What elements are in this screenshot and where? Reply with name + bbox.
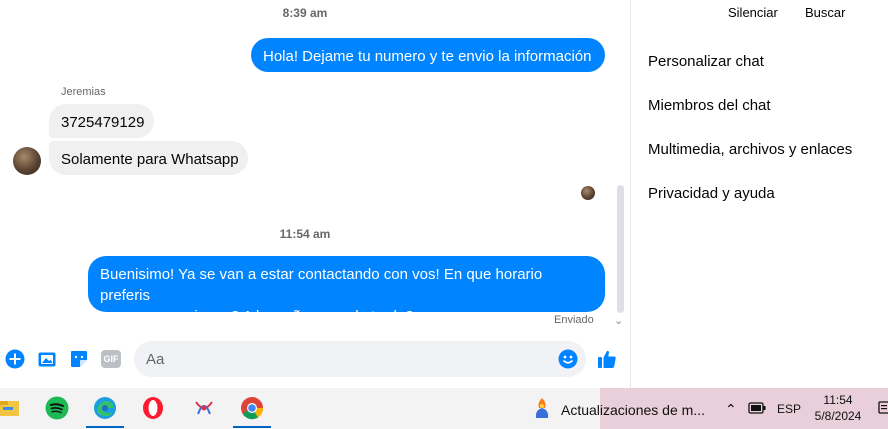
message-line: que se comuniquen? A la mañana o a la ta… xyxy=(100,308,414,325)
chevron-down-icon[interactable]: ⌄ xyxy=(614,314,623,327)
emoji-icon[interactable] xyxy=(557,348,579,370)
sticker-icon[interactable] xyxy=(68,348,90,370)
avatar[interactable] xyxy=(13,147,41,175)
message-composer[interactable] xyxy=(134,341,586,377)
notification-app-icon[interactable] xyxy=(525,391,559,425)
notification-center-icon[interactable] xyxy=(878,400,888,419)
incoming-message[interactable]: Solamente para Whatsapp xyxy=(49,141,248,175)
file-explorer-icon[interactable] xyxy=(0,391,26,425)
gif-label: GIF xyxy=(101,350,121,368)
message-line: Buenisimo! Ya se van a estar contactando… xyxy=(100,266,543,304)
clock-date: 5/8/2024 xyxy=(814,409,862,423)
opera-icon[interactable] xyxy=(136,391,170,425)
sidebar-item-chat-members[interactable]: Miembros del chat xyxy=(648,97,771,114)
message-input[interactable] xyxy=(134,341,534,377)
search-button[interactable]: Buscar xyxy=(805,5,845,20)
timestamp: 11:54 am xyxy=(279,227,331,241)
gif-icon[interactable]: GIF xyxy=(100,348,122,370)
sidebar-item-privacy-help[interactable]: Privacidad y ayuda xyxy=(648,185,775,202)
timestamp: 8:39 am xyxy=(282,6,328,20)
spotify-icon[interactable] xyxy=(40,391,74,425)
read-receipt-avatar xyxy=(581,186,595,200)
taskbar-clock[interactable]: 11:54 5/8/2024 xyxy=(808,392,868,424)
chrome-icon[interactable] xyxy=(235,391,269,425)
sender-name: Jeremias xyxy=(61,86,106,98)
clock-time: 11:54 xyxy=(823,393,853,407)
plus-circle-icon[interactable] xyxy=(4,348,26,370)
active-app-indicator xyxy=(86,426,124,428)
battery-icon[interactable] xyxy=(748,402,766,417)
image-icon[interactable] xyxy=(36,348,58,370)
language-indicator[interactable]: ESP xyxy=(777,402,801,416)
app-icon[interactable] xyxy=(187,391,221,425)
chat-info-sidebar: Silenciar Buscar Personalizar chat Miemb… xyxy=(631,0,888,388)
sidebar-item-media-files-links[interactable]: Multimedia, archivos y enlaces xyxy=(648,141,852,158)
notification-text[interactable]: Actualizaciones de m... xyxy=(561,402,705,418)
chat-panel: 8:39 am Hola! Dejame tu numero y te envi… xyxy=(0,0,630,388)
incoming-message[interactable]: 3725479129 xyxy=(49,104,154,138)
chevron-up-icon[interactable]: ⌃ xyxy=(725,401,737,418)
scrollbar[interactable] xyxy=(617,185,624,313)
edge-icon[interactable] xyxy=(88,391,122,425)
message-status: Enviado xyxy=(554,314,594,326)
thumbs-up-icon[interactable] xyxy=(596,348,618,370)
mute-button[interactable]: Silenciar xyxy=(728,5,778,20)
outgoing-message[interactable]: Buenisimo! Ya se van a estar contactando… xyxy=(88,256,605,325)
active-app-indicator xyxy=(233,426,271,428)
outgoing-message[interactable]: Hola! Dejame tu numero y te envio la inf… xyxy=(251,38,605,72)
sidebar-item-customize-chat[interactable]: Personalizar chat xyxy=(648,53,764,70)
